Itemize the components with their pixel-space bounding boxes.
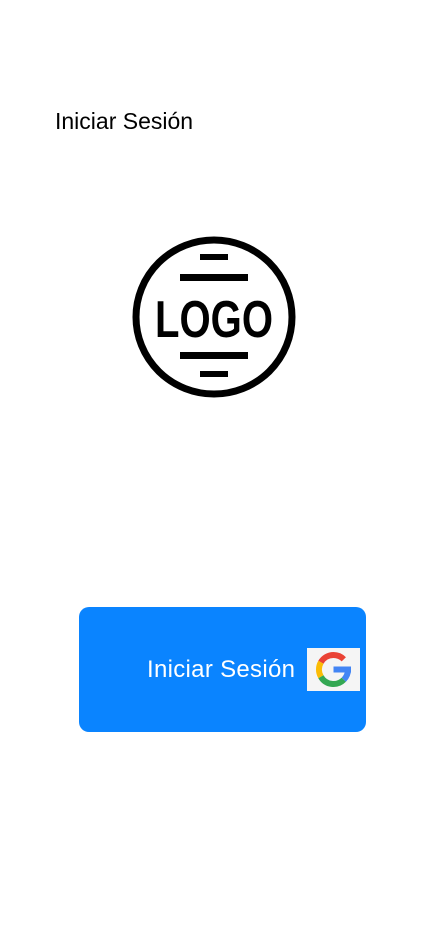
google-sign-in-button[interactable]: Iniciar Sesión xyxy=(79,607,366,732)
page-title: Iniciar Sesión xyxy=(55,108,194,134)
google-icon xyxy=(307,648,360,691)
sign-in-button-label: Iniciar Sesión xyxy=(147,656,296,683)
logo-text: LOGO xyxy=(155,291,273,349)
app-logo: LOGO xyxy=(130,234,298,400)
